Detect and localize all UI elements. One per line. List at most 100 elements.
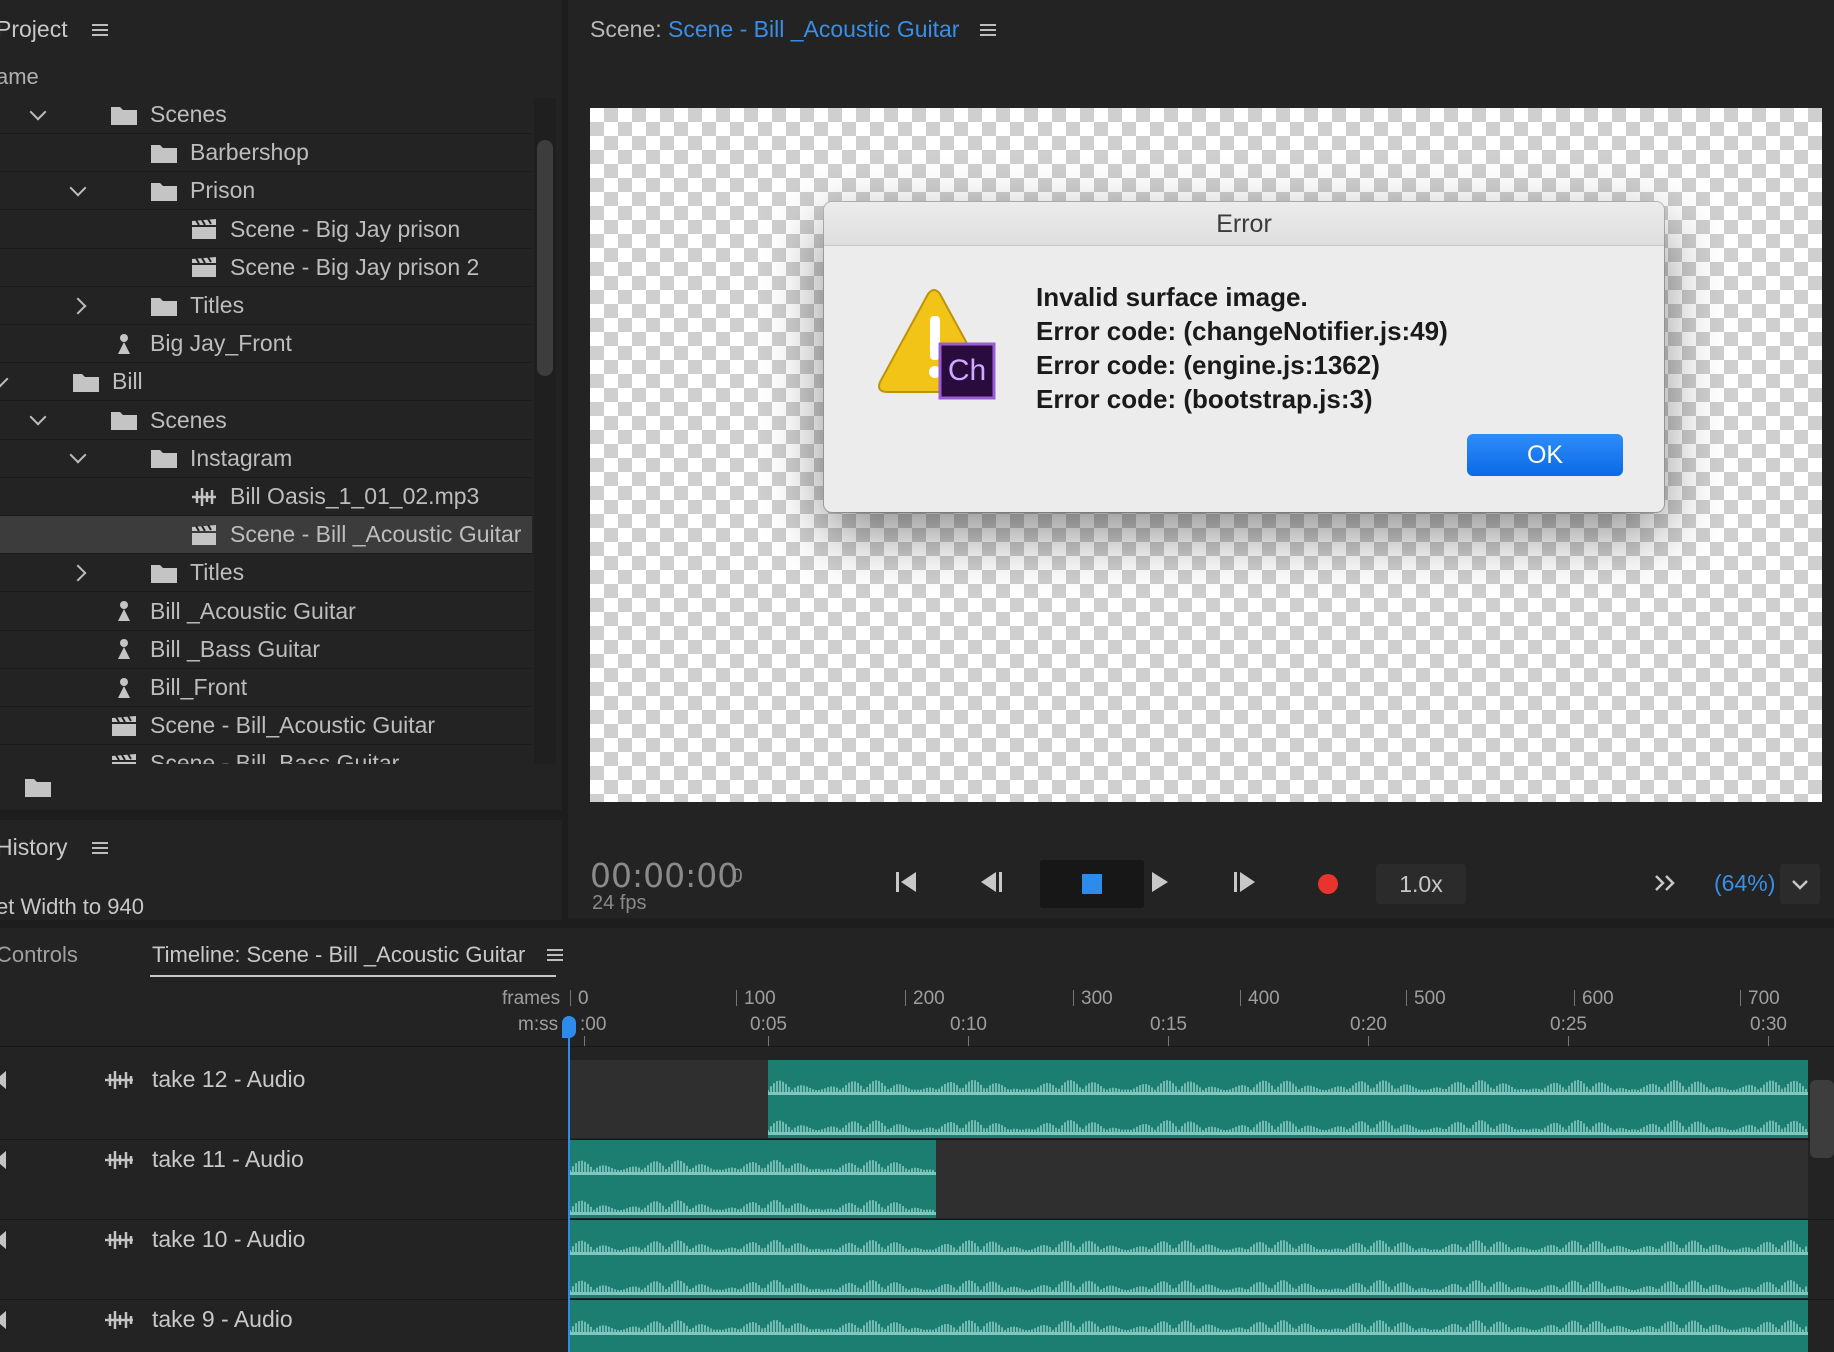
- history-menu-icon[interactable]: [91, 841, 108, 855]
- history-panel-title[interactable]: History: [0, 834, 108, 861]
- ruler-tick: [736, 990, 737, 1006]
- project-scrollbar-thumb[interactable]: [537, 140, 553, 376]
- audio-clip[interactable]: [570, 1300, 1808, 1352]
- scene-icon: [192, 218, 216, 240]
- playhead-handle[interactable]: [562, 1016, 576, 1038]
- folder-icon: [151, 450, 177, 469]
- timeline-menu-icon[interactable]: [547, 948, 564, 962]
- zoom-dropdown[interactable]: [1780, 864, 1820, 904]
- timecode-display[interactable]: 00:00:00: [590, 856, 738, 895]
- project-item-label: Scenes: [150, 101, 227, 127]
- dialog-title: Error: [1216, 210, 1272, 238]
- puppet-icon: [118, 601, 130, 622]
- go-to-start-icon[interactable]: [884, 860, 928, 904]
- track-name[interactable]: take 10 - Audio: [152, 1226, 305, 1253]
- project-item[interactable]: Titles: [0, 554, 532, 593]
- project-item-label: Bill Oasis_1_01_02.mp3: [230, 483, 480, 509]
- chevron-down-icon[interactable]: [29, 408, 47, 426]
- project-item[interactable]: Barbershop: [0, 134, 532, 173]
- stop-button[interactable]: [1040, 860, 1144, 908]
- dialog-line: Invalid surface image.: [1036, 282, 1308, 312]
- ruler-tick: [968, 1036, 969, 1046]
- time-tick-label: :00: [580, 1014, 607, 1035]
- playhead[interactable]: [568, 1022, 570, 1352]
- project-tree: Scenes Barbershop Prison Scene - Big Jay pr…: [0, 96, 532, 764]
- scene-icon: [112, 715, 136, 736]
- speaker-icon[interactable]: [0, 1230, 10, 1250]
- playback-speed[interactable]: 1.0x: [1376, 864, 1466, 904]
- project-item[interactable]: Titles: [0, 287, 532, 325]
- play-icon[interactable]: [1136, 860, 1180, 904]
- new-folder-icon[interactable]: [24, 776, 52, 798]
- audio-clip[interactable]: [570, 1140, 936, 1218]
- chevron-down-icon: [1792, 880, 1808, 890]
- scene-menu-icon[interactable]: [979, 23, 996, 37]
- chevron-down-icon[interactable]: [69, 446, 87, 464]
- project-item[interactable]: Scene - Big Jay prison 2: [0, 249, 532, 287]
- project-item[interactable]: Bill _Acoustic Guitar: [0, 593, 532, 631]
- project-item[interactable]: Scene - Big Jay prison: [0, 211, 532, 249]
- timeline-scrollbar[interactable]: [1810, 1080, 1834, 1158]
- more-controls-icon[interactable]: [1644, 860, 1688, 904]
- history-item[interactable]: et Width to 940: [0, 894, 144, 920]
- project-menu-icon[interactable]: [91, 23, 108, 37]
- ruler-tick: [1073, 990, 1074, 1006]
- track-name[interactable]: take 11 - Audio: [152, 1146, 304, 1173]
- waveform: [570, 1160, 934, 1172]
- frame-tick-label: 600: [1582, 988, 1614, 1009]
- project-item[interactable]: Bill: [0, 363, 532, 402]
- record-icon[interactable]: [1306, 860, 1350, 904]
- project-item[interactable]: Bill_Front: [0, 669, 532, 707]
- speaker-icon[interactable]: [0, 1310, 10, 1330]
- active-tab-indicator: [150, 975, 556, 977]
- audio-track-icon: [105, 1311, 133, 1329]
- chevron-right-icon[interactable]: [69, 297, 87, 314]
- project-item-label: Scene - Bill _Acoustic Guitar: [230, 521, 522, 548]
- track-empty-region[interactable]: [570, 1060, 768, 1138]
- project-item[interactable]: Scene - Bill _Acoustic Guitar: [0, 516, 532, 555]
- frame-tick-label: 400: [1248, 988, 1280, 1009]
- project-item[interactable]: Prison: [0, 172, 532, 211]
- project-item-label: Instagram: [190, 444, 293, 471]
- zoom-level[interactable]: (64%): [1714, 870, 1775, 897]
- project-item[interactable]: Scene - Bill_Bass Guitar: [0, 745, 532, 764]
- project-item-label: Titles: [190, 292, 245, 318]
- chevron-down-icon[interactable]: [69, 179, 87, 197]
- project-item[interactable]: Scene - Bill_Acoustic Guitar: [0, 707, 532, 746]
- track-name[interactable]: take 12 - Audio: [152, 1066, 305, 1093]
- project-panel-title[interactable]: Project: [0, 16, 108, 43]
- project-item-label: Titles: [190, 559, 245, 586]
- chevron-down-icon[interactable]: [0, 370, 9, 388]
- tab-timeline[interactable]: Timeline: Scene - Bill _Acoustic Guitar: [152, 942, 564, 968]
- audio-clip[interactable]: [570, 1220, 1808, 1298]
- puppet-icon: [118, 333, 130, 354]
- step-forward-icon[interactable]: [1222, 860, 1266, 904]
- project-item[interactable]: Big Jay_Front: [0, 325, 532, 364]
- project-item-label: Bill: [112, 368, 143, 395]
- chevron-down-icon[interactable]: [29, 103, 47, 120]
- project-item-label: Scene - Bill_Bass Guitar: [150, 750, 400, 764]
- track-name[interactable]: take 9 - Audio: [152, 1306, 293, 1333]
- scene-name: Scene - Bill _Acoustic Guitar: [668, 16, 960, 42]
- project-item[interactable]: Scenes: [0, 96, 532, 134]
- speaker-icon[interactable]: [0, 1150, 10, 1170]
- project-item[interactable]: Bill _Bass Guitar: [0, 631, 532, 669]
- folder-icon: [151, 144, 177, 163]
- audio-clip[interactable]: [768, 1060, 1808, 1138]
- project-item[interactable]: Instagram: [0, 440, 532, 478]
- ok-button[interactable]: OK: [1467, 434, 1623, 476]
- speaker-icon[interactable]: [0, 1070, 10, 1090]
- tab-controls[interactable]: Controls: [0, 942, 78, 968]
- chevron-right-icon[interactable]: [69, 564, 87, 582]
- project-item[interactable]: Bill Oasis_1_01_02.mp3: [0, 478, 532, 516]
- scene-panel-header[interactable]: Scene: Scene - Bill _Acoustic Guitar: [590, 16, 996, 43]
- ruler-divider: [0, 1046, 1834, 1047]
- dialog-titlebar[interactable]: Error: [824, 202, 1664, 246]
- step-back-icon[interactable]: [970, 860, 1014, 904]
- name-column-header[interactable]: ame: [0, 64, 39, 90]
- frame-tick-label: 200: [913, 988, 945, 1009]
- project-item[interactable]: Scenes: [0, 402, 532, 440]
- project-item-label: Prison: [190, 177, 256, 204]
- frame-tick-label: 700: [1748, 988, 1780, 1009]
- track-empty-region[interactable]: [936, 1140, 1808, 1218]
